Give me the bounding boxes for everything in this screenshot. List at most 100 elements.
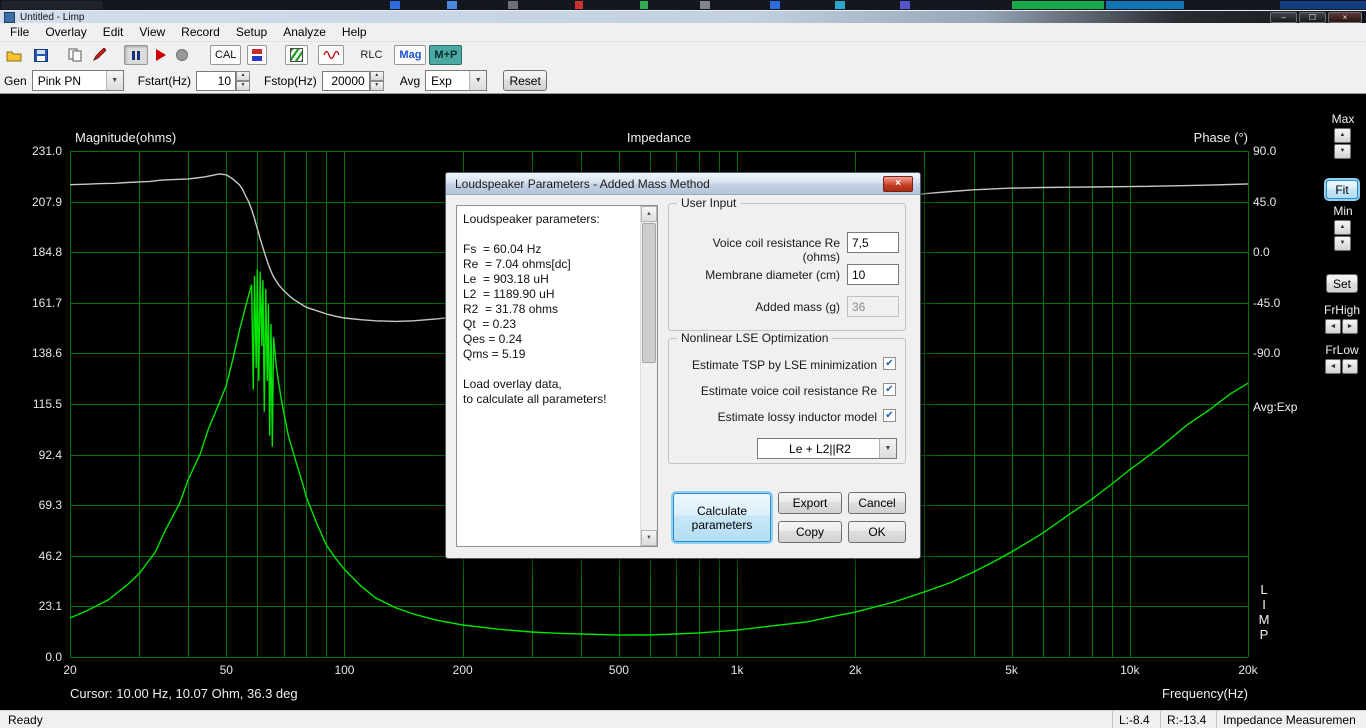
dialog-close-button[interactable]: × [883, 176, 913, 192]
signal-generator-button[interactable] [318, 45, 345, 65]
reset-button[interactable]: Reset [503, 70, 548, 91]
y-right-tick-label: 90.0 [1253, 144, 1277, 158]
spin-down-icon[interactable]: ▼ [1334, 236, 1351, 251]
menu-edit[interactable]: Edit [95, 23, 132, 41]
fstop-spinner[interactable]: ▲ ▼ [369, 70, 384, 91]
taskbar-fragment [508, 1, 518, 9]
fstop-input[interactable]: 20000 [321, 70, 370, 91]
taskbar-fragment [1280, 1, 1366, 9]
maximize-button[interactable]: ☐ [1299, 12, 1326, 23]
menu-view[interactable]: View [131, 23, 173, 41]
set-button[interactable]: Set [1326, 274, 1358, 293]
menu-bar: File Overlay Edit View Record Setup Analyze Hel… [0, 23, 1366, 42]
inductor-model-select[interactable]: Le + L2||R2 ▼ [757, 438, 897, 459]
record-button[interactable] [176, 45, 188, 65]
magnitude-view-button[interactable]: Mag [394, 45, 427, 65]
copy-button[interactable]: Copy [778, 521, 842, 543]
cursor-readout: Cursor: 10.00 Hz, 10.07 Ohm, 36.3 deg [70, 686, 298, 701]
generator-toolbar: Gen Pink PN ▼ Fstart(Hz) 10 ▲ ▼ Fstop(Hz… [0, 68, 1366, 94]
titlebar[interactable]: Untitled - Limp – ☐ × [0, 10, 1366, 23]
checkbox-label: Estimate lossy inductor model [717, 410, 877, 424]
close-button[interactable]: × [1328, 12, 1362, 23]
checkbox[interactable]: ✔ [883, 383, 896, 396]
min-spinner[interactable]: ▲ ▼ [1334, 220, 1351, 252]
averaging-value: Exp [431, 73, 452, 88]
open-folder-icon [6, 51, 22, 61]
background-windows-strip[interactable] [0, 0, 1366, 10]
calculate-parameters-button[interactable]: Calculate parameters [673, 493, 771, 542]
y-left-tick-label: 161.7 [31, 295, 62, 310]
user-input-field[interactable] [847, 264, 899, 285]
scroll-up-icon[interactable]: ▲ [641, 206, 657, 222]
frlow-stepper[interactable]: ◄ ► [1325, 359, 1359, 374]
menu-overlay[interactable]: Overlay [37, 23, 94, 41]
y-left-tick-label: 46.2 [38, 548, 62, 563]
parameters-line [463, 227, 637, 242]
magnitude-phase-view-button[interactable]: M+P [429, 45, 463, 65]
spin-down-icon[interactable]: ▼ [236, 80, 251, 91]
parameters-line: Qt = 0.23 [463, 317, 517, 331]
right-axis-title: Phase (°) [1193, 130, 1248, 145]
chevron-down-icon[interactable]: ▼ [105, 71, 123, 90]
export-button[interactable]: Export [778, 492, 842, 514]
chevron-down-icon[interactable]: ▼ [469, 71, 487, 90]
max-spinner[interactable]: ▲ ▼ [1334, 128, 1351, 160]
user-input-field[interactable] [847, 232, 899, 253]
minimize-button[interactable]: – [1270, 12, 1297, 23]
spin-up-icon[interactable]: ▲ [1334, 220, 1351, 235]
frhigh-stepper[interactable]: ◄ ► [1325, 319, 1359, 334]
chevron-down-icon[interactable]: ▼ [879, 439, 896, 458]
mp-label: M+P [434, 49, 458, 61]
user-input-group-label: User Input [677, 196, 741, 210]
y-left-tick-label: 207.9 [31, 194, 62, 209]
edit-pen-button[interactable] [92, 45, 106, 65]
fstart-input[interactable]: 10 [196, 70, 237, 91]
arrow-left-icon[interactable]: ◄ [1325, 359, 1341, 374]
generator-type-select[interactable]: Pink PN ▼ [31, 70, 124, 91]
spin-down-icon[interactable]: ▼ [1334, 144, 1351, 159]
menu-analyze[interactable]: Analyze [275, 23, 334, 41]
play-button[interactable] [156, 45, 166, 65]
spin-up-icon[interactable]: ▲ [369, 70, 384, 81]
fit-button[interactable]: Fit [1326, 180, 1358, 199]
y-right-tick-label: -90.0 [1253, 346, 1281, 361]
fr-measurement-button[interactable] [247, 45, 268, 65]
copy-button[interactable] [68, 45, 82, 65]
save-button[interactable] [34, 45, 48, 65]
taskbar-fragment [770, 1, 780, 9]
min-label: Min [1333, 204, 1353, 218]
parameters-text: Loudspeaker parameters: Fs = 60.04 Hz Re … [463, 212, 637, 407]
menu-help[interactable]: Help [334, 23, 375, 41]
dialog-titlebar[interactable]: Loudspeaker Parameters - Added Mass Meth… [446, 173, 920, 195]
menu-setup[interactable]: Setup [228, 23, 275, 41]
menu-record[interactable]: Record [173, 23, 228, 41]
x-axis-title: Frequency(Hz) [1162, 686, 1248, 701]
cancel-button[interactable]: Cancel [848, 492, 906, 514]
y-left-tick-label: 184.8 [31, 245, 62, 260]
rlc-button[interactable]: RLC [360, 45, 382, 65]
averaging-select[interactable]: Exp ▼ [425, 70, 488, 91]
y-right-tick-label: 0.0 [1253, 245, 1270, 260]
taskbar-fragment [447, 1, 457, 9]
ok-button[interactable]: OK [848, 521, 906, 543]
arrow-left-icon[interactable]: ◄ [1325, 319, 1341, 334]
fstart-spinner[interactable]: ▲ ▼ [236, 70, 251, 91]
checkbox[interactable]: ✔ [883, 409, 896, 422]
taskbar-fragment [390, 1, 400, 9]
arrow-right-icon[interactable]: ► [1342, 359, 1358, 374]
spin-down-icon[interactable]: ▼ [369, 80, 384, 91]
scrollbar-thumb[interactable] [642, 223, 656, 363]
open-button[interactable] [6, 45, 22, 65]
scroll-down-icon[interactable]: ▼ [641, 530, 657, 546]
generator-type-value: Pink PN [37, 73, 82, 88]
spectrum-button[interactable] [285, 45, 309, 65]
arrow-right-icon[interactable]: ► [1342, 319, 1358, 334]
spin-up-icon[interactable]: ▲ [236, 70, 251, 81]
menu-file[interactable]: File [2, 23, 37, 41]
spin-up-icon[interactable]: ▲ [1334, 128, 1351, 143]
results-scrollbar[interactable]: ▲ ▼ [640, 206, 657, 546]
calibrate-button[interactable]: CAL [210, 45, 242, 65]
checkbox[interactable]: ✔ [883, 357, 896, 370]
input-label: Membrane diameter (cm) [705, 268, 840, 282]
pause-button[interactable] [124, 45, 148, 65]
